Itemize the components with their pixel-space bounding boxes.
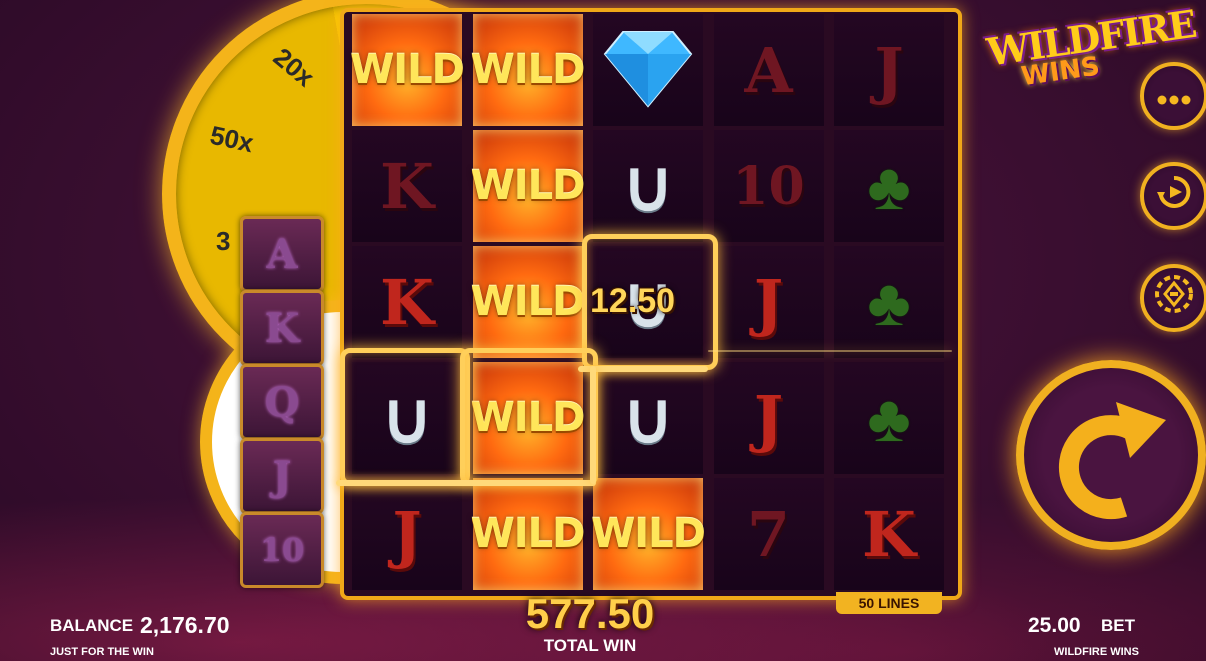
- reel-3-cell-4: ∪: [593, 362, 703, 474]
- card-symbol-a: A: [744, 33, 793, 107]
- clover-icon: ♣: [867, 149, 911, 223]
- reel-4-cell-2: 10: [713, 130, 824, 242]
- balance-label: BALANCE: [50, 616, 134, 635]
- wheel-label-3: 3: [216, 226, 231, 256]
- upgrade-symbol-k: K: [240, 290, 324, 366]
- balance-value: 2,176.70: [140, 612, 230, 638]
- reel-5-cell-2: ♣: [834, 130, 944, 242]
- menu-icon: [1157, 79, 1191, 113]
- card-symbol-j: J: [753, 381, 784, 455]
- line-win-amount: 12.50: [590, 282, 676, 320]
- reel-4-cell-5: 7: [713, 478, 824, 590]
- card-symbol-10: 10: [732, 155, 805, 217]
- reel-1-cell-2: K: [352, 130, 462, 242]
- wild-symbol: WILD: [470, 511, 586, 557]
- win-highlight-reel1: [340, 348, 470, 486]
- reel-4-cell-4: J: [713, 362, 824, 474]
- reel-5-cell-1: J: [834, 14, 944, 126]
- lines-badge: 50 LINES: [836, 592, 942, 614]
- reel-4-cell-1: A: [713, 14, 824, 126]
- reel-1-cell-3: K: [352, 246, 462, 358]
- total-win-value: 577.50: [525, 590, 655, 637]
- card-symbol-j: J: [392, 497, 422, 571]
- payline-segment: [590, 366, 596, 484]
- autoplay-button[interactable]: [1140, 162, 1206, 230]
- game-subtitle: JUST FOR THE WIN: [50, 646, 154, 658]
- menu-button[interactable]: [1140, 62, 1206, 130]
- wild-symbol: WILD: [350, 47, 465, 93]
- bet-value[interactable]: 25.00: [1028, 614, 1081, 638]
- bet-label: BET: [1101, 616, 1135, 635]
- reel-5-cell-5: K: [834, 478, 944, 590]
- card-symbol-k: K: [380, 265, 434, 339]
- reel-1-cell-1: WILD: [350, 14, 465, 126]
- diamond-icon: [603, 28, 693, 113]
- clover-icon: ♣: [867, 381, 911, 455]
- horseshoe-icon: ∪: [622, 147, 674, 225]
- game-logo: WILDFIRE WINS: [984, 1, 1198, 97]
- wheel-label-20x: 20x: [267, 41, 321, 93]
- upgrade-symbol-10: 10: [240, 512, 324, 588]
- reel-5-cell-3: ♣: [834, 246, 944, 358]
- reel-3-cell-1: [593, 14, 703, 126]
- total-win-label: TOTAL WIN: [543, 636, 637, 655]
- spin-button[interactable]: [1016, 360, 1206, 550]
- game-name: WILDFIRE WINS: [1054, 646, 1139, 658]
- clover-icon: ♣: [867, 265, 911, 339]
- autoplay-icon: [1156, 174, 1192, 218]
- spin-icon: [1054, 392, 1174, 527]
- reel-2-cell-1: WILD: [470, 14, 586, 126]
- reel-4-cell-3: J: [713, 246, 824, 358]
- seven-symbol: 7: [746, 497, 791, 571]
- wild-symbol: WILD: [470, 163, 586, 209]
- upgrade-symbol-a: A: [240, 216, 324, 292]
- wheel-label-50x: 50x: [207, 119, 257, 159]
- card-symbol-j: J: [753, 265, 784, 339]
- wild-symbol: WILD: [591, 511, 706, 557]
- card-symbol-j: J: [874, 33, 904, 107]
- card-symbol-k: K: [380, 149, 434, 223]
- reel-3-cell-2: ∪: [593, 130, 703, 242]
- payline-segment: [578, 366, 708, 372]
- reel-2-cell-3: WILD: [470, 246, 586, 358]
- upgrade-symbol-q: Q: [240, 364, 324, 440]
- payline-segment: [708, 350, 952, 352]
- wild-symbol: WILD: [470, 279, 586, 325]
- horseshoe-icon: ∪: [622, 379, 674, 457]
- reel-2-cell-5: WILD: [470, 478, 586, 590]
- wild-symbol: WILD: [470, 47, 586, 93]
- reel-3-cell-5: WILD: [591, 478, 706, 590]
- payline-segment: [336, 480, 596, 486]
- bet-settings-button[interactable]: [1140, 264, 1206, 332]
- reel-5-cell-4: ♣: [834, 362, 944, 474]
- reel-1-cell-5: J: [352, 478, 462, 590]
- bet-chip-icon: [1154, 274, 1194, 322]
- card-symbol-k: K: [862, 497, 916, 571]
- upgrade-symbol-j: J: [240, 438, 324, 514]
- reel-2-cell-2: WILD: [470, 130, 586, 242]
